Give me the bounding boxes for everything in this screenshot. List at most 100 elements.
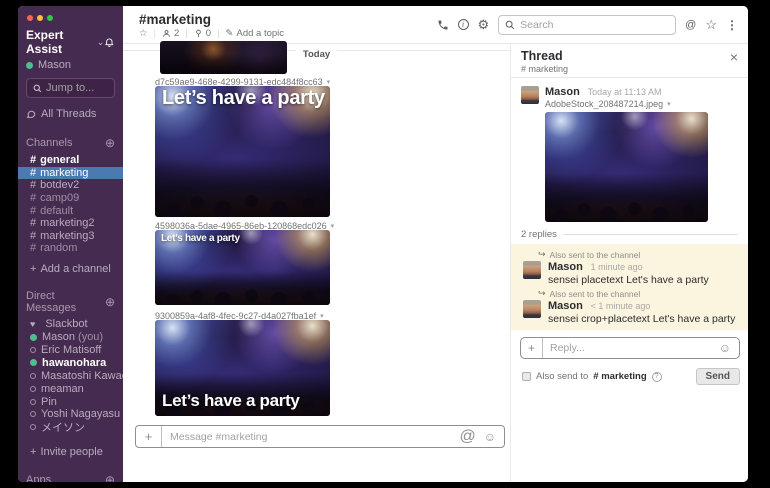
shared-arrow-icon: ↪	[538, 249, 546, 260]
avatar[interactable]	[521, 86, 539, 104]
dm-header[interactable]: Direct Messages ⊕	[18, 290, 123, 314]
timestamp[interactable]: 1 minute ago	[591, 262, 643, 272]
dm-meaman[interactable]: meaman	[18, 382, 123, 395]
gear-icon[interactable]: ⚙	[478, 18, 490, 31]
file-menu-icon[interactable]: ▾	[320, 312, 324, 320]
invite-people[interactable]: + Invite people	[18, 446, 123, 459]
emoji-icon[interactable]: ☺	[484, 430, 496, 444]
hash-icon: #	[30, 179, 36, 191]
dm-masatoshi-kawachi[interactable]: Masatoshi Kawachi	[18, 369, 123, 382]
sidebar-item-general[interactable]: #general	[18, 154, 123, 167]
mentions-icon[interactable]: @	[685, 19, 696, 31]
main-region: #marketing ☆ | 2 | 0 | ✎	[123, 6, 748, 482]
also-send-channel[interactable]: # marketing	[593, 371, 646, 382]
jump-to-search[interactable]: Jump to...	[26, 78, 115, 98]
info-icon[interactable]: i	[458, 19, 469, 30]
send-options: Also send to # marketing ? Send	[522, 368, 740, 385]
message-image-partial[interactable]	[160, 41, 287, 74]
attach-button[interactable]: +	[136, 426, 162, 447]
apps-header[interactable]: Apps ⊕	[18, 473, 123, 482]
also-sent-note: ↪ Also sent to the channel	[523, 249, 740, 260]
author-name[interactable]: Mason	[545, 86, 580, 98]
avatar[interactable]	[523, 261, 541, 279]
file-menu-icon[interactable]: ▾	[667, 100, 671, 108]
thread-reply: ↪ Also sent to the channel Mason 1 minut…	[511, 247, 748, 286]
sidebar-item-marketing3[interactable]: #marketing3	[18, 230, 123, 243]
member-count[interactable]: 2	[162, 28, 179, 39]
jump-to-placeholder: Jump to...	[46, 82, 94, 94]
dm-meison[interactable]: メイソン	[18, 421, 123, 434]
help-icon[interactable]: ?	[652, 372, 662, 382]
new-replies-block: ↪ Also sent to the channel Mason 1 minut…	[511, 244, 748, 330]
thread-title: Thread	[521, 49, 568, 63]
sidebar-item-camp09[interactable]: #camp09	[18, 192, 123, 205]
hash-icon: #	[30, 167, 36, 179]
message-image[interactable]: Let’s have a party	[155, 86, 330, 217]
timestamp[interactable]: < 1 minute ago	[591, 301, 651, 311]
dm-pin[interactable]: Pin	[18, 395, 123, 408]
sidebar-item-marketing[interactable]: #marketing	[18, 167, 123, 180]
avatar[interactable]	[523, 300, 541, 318]
bell-icon[interactable]	[104, 36, 115, 48]
reply-composer[interactable]: + Reply... ☺	[520, 337, 740, 359]
add-channel[interactable]: + Add a channel	[18, 263, 123, 276]
hash-icon: #	[30, 192, 36, 204]
pin-icon	[194, 29, 203, 38]
team-menu[interactable]: Expert Assist ⌄	[18, 28, 123, 56]
timestamp[interactable]: Today at 11:13 AM	[588, 87, 662, 97]
dm-hawanohara[interactable]: hawanohara	[18, 356, 123, 369]
all-threads[interactable]: All Threads	[18, 106, 123, 122]
more-options-icon[interactable]: ⋮	[726, 18, 738, 32]
starred-items-icon[interactable]: ☆	[705, 17, 717, 33]
dm-eric-matisoff[interactable]: Eric Matisoff	[18, 344, 123, 357]
hash-icon: #	[30, 154, 36, 166]
image-overlay-text: Let’s have a party	[162, 391, 300, 411]
star-channel-button[interactable]: ☆	[139, 28, 148, 39]
current-user[interactable]: Mason	[18, 56, 123, 71]
sidebar-item-marketing2[interactable]: #marketing2	[18, 217, 123, 230]
message-image[interactable]: Let’s have a party	[155, 320, 330, 416]
reply-placeholder: Reply...	[543, 342, 585, 354]
page-title[interactable]: #marketing	[139, 12, 284, 27]
file-menu-icon[interactable]: ▾	[327, 78, 331, 86]
zoom-window-button[interactable]	[47, 15, 53, 21]
presence-online-icon	[30, 334, 37, 341]
message-text: sensei placetext Let's have a party	[548, 274, 709, 286]
call-icon[interactable]	[437, 19, 449, 31]
minimize-window-button[interactable]	[37, 15, 43, 21]
pinned-count[interactable]: 0	[194, 28, 211, 39]
attach-button[interactable]: +	[521, 338, 543, 358]
add-app-icon[interactable]: ⊕	[105, 473, 115, 482]
message-image[interactable]: Let’s have a party	[155, 230, 330, 305]
mention-icon[interactable]: @	[459, 428, 475, 446]
search-input[interactable]: Search	[498, 15, 676, 35]
channel-list: #general #marketing #botdev2 #camp09 #de…	[18, 154, 123, 255]
message-composer[interactable]: + Message #marketing @ ☺	[135, 425, 505, 448]
author-name[interactable]: Mason	[548, 261, 583, 273]
thread-reply: ↪ Also sent to the channel Mason < 1 min…	[511, 286, 748, 325]
dm-slackbot[interactable]: ♥Slackbot	[18, 318, 123, 331]
thread-image[interactable]	[545, 112, 708, 222]
presence-offline-icon	[30, 411, 36, 417]
create-channel-icon[interactable]: ⊕	[105, 136, 115, 150]
new-dm-icon[interactable]: ⊕	[105, 295, 115, 309]
sidebar-item-botdev2[interactable]: #botdev2	[18, 179, 123, 192]
author-name[interactable]: Mason	[548, 300, 583, 312]
add-topic[interactable]: ✎ Add a topic	[226, 28, 285, 39]
thread-channel[interactable]: # marketing	[521, 64, 568, 74]
sidebar-item-default[interactable]: #default	[18, 204, 123, 217]
dm-mason[interactable]: Mason(you)	[18, 331, 123, 344]
close-window-button[interactable]	[27, 15, 33, 21]
channels-header[interactable]: Channels ⊕	[18, 136, 123, 150]
search-icon	[33, 84, 42, 93]
file-menu-icon[interactable]: ▾	[331, 222, 335, 230]
replies-count: 2 replies	[521, 229, 738, 240]
emoji-icon[interactable]: ☺	[719, 341, 731, 355]
send-button[interactable]: Send	[696, 368, 740, 385]
presence-offline-icon	[30, 373, 36, 379]
thread-panel: Thread # marketing × Mason Today at 11:1…	[510, 44, 748, 482]
also-send-checkbox[interactable]	[522, 372, 531, 381]
close-icon[interactable]: ×	[730, 49, 738, 77]
sidebar-item-random[interactable]: #random	[18, 242, 123, 255]
thread-header: Thread # marketing ×	[511, 44, 748, 78]
